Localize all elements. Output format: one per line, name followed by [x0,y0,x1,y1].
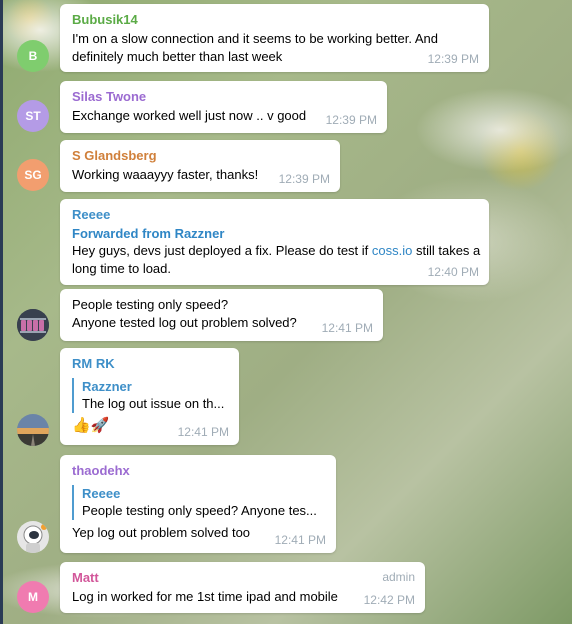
message-bubble[interactable]: S Glandsberg Working waaayyy faster, tha… [60,140,340,192]
sender-name[interactable]: RM RK [72,355,229,372]
message-bubble[interactable]: People testing only speed? Anyone tested… [60,289,383,341]
sender-name[interactable]: thaodehx [72,462,326,479]
message-time: 12:41 PM [177,425,229,439]
avatar[interactable]: SG [17,159,49,191]
message-link[interactable]: coss.io [372,243,412,258]
reply-quote[interactable]: Reeee People testing only speed? Anyone … [72,485,326,520]
sender-name[interactable]: Silas Twone [72,88,377,105]
sender-name[interactable]: Bubusik14 [72,11,479,28]
avatar[interactable]: ST [17,100,49,132]
avatar[interactable]: B [17,40,49,72]
message-time: 12:41 PM [274,533,326,547]
mining-rig-avatar[interactable] [17,309,49,341]
message-bubble[interactable]: Matt admin Log in worked for me 1st time… [60,562,425,613]
message-bubble[interactable]: Bubusik14 I'm on a slow connection and i… [60,4,489,72]
sender-name[interactable]: Matt [72,569,415,586]
message-time: 12:39 PM [427,52,479,66]
message-time: 12:41 PM [321,321,373,335]
message-bubble[interactable]: RM RK Razzner The log out issue on th...… [60,348,239,445]
avatar-initials: M [28,590,38,604]
message-time: 12:39 PM [325,113,377,127]
reply-author: Razzner [82,379,132,394]
message-text: I'm on a slow connection and it seems to… [72,31,438,64]
astronaut-icon [17,521,49,553]
message-bubble[interactable]: Reeee Forwarded from Razzner Hey guys, d… [60,199,489,285]
sender-name[interactable]: Reeee [72,206,479,223]
reply-author: Reeee [82,486,121,501]
admin-badge: admin [382,570,415,584]
message-time: 12:39 PM [278,172,330,186]
message-text: Hey guys, devs just deployed a fix. Plea… [72,242,482,278]
reply-text: People testing only speed? Anyone tes... [82,503,317,518]
message-time: 12:40 PM [427,265,479,279]
message-text-line: People testing only speed? [72,297,229,312]
sunset-road-icon [17,414,49,446]
message-bubble[interactable]: Silas Twone Exchange worked well just no… [60,81,387,133]
astronaut-avatar[interactable] [17,521,49,553]
message-time: 12:42 PM [363,593,415,607]
sunset-road-avatar[interactable] [17,414,49,446]
mining-rig-icon [17,309,49,341]
avatar-initials: ST [25,109,41,123]
message-bubble[interactable]: thaodehx Reeee People testing only speed… [60,455,336,553]
sender-name[interactable]: S Glandsberg [72,147,330,164]
avatar-initials: SG [24,168,42,182]
avatar-initials: B [28,49,38,63]
message-text-part: Hey guys, devs just deployed a fix. Plea… [72,243,372,258]
reply-text: The log out issue on th... [82,396,225,411]
avatar[interactable]: M [17,581,49,613]
forwarded-from-label[interactable]: Forwarded from Razzner [72,225,479,242]
left-edge-strip [0,0,3,624]
reply-quote[interactable]: Razzner The log out issue on th... [72,378,229,413]
